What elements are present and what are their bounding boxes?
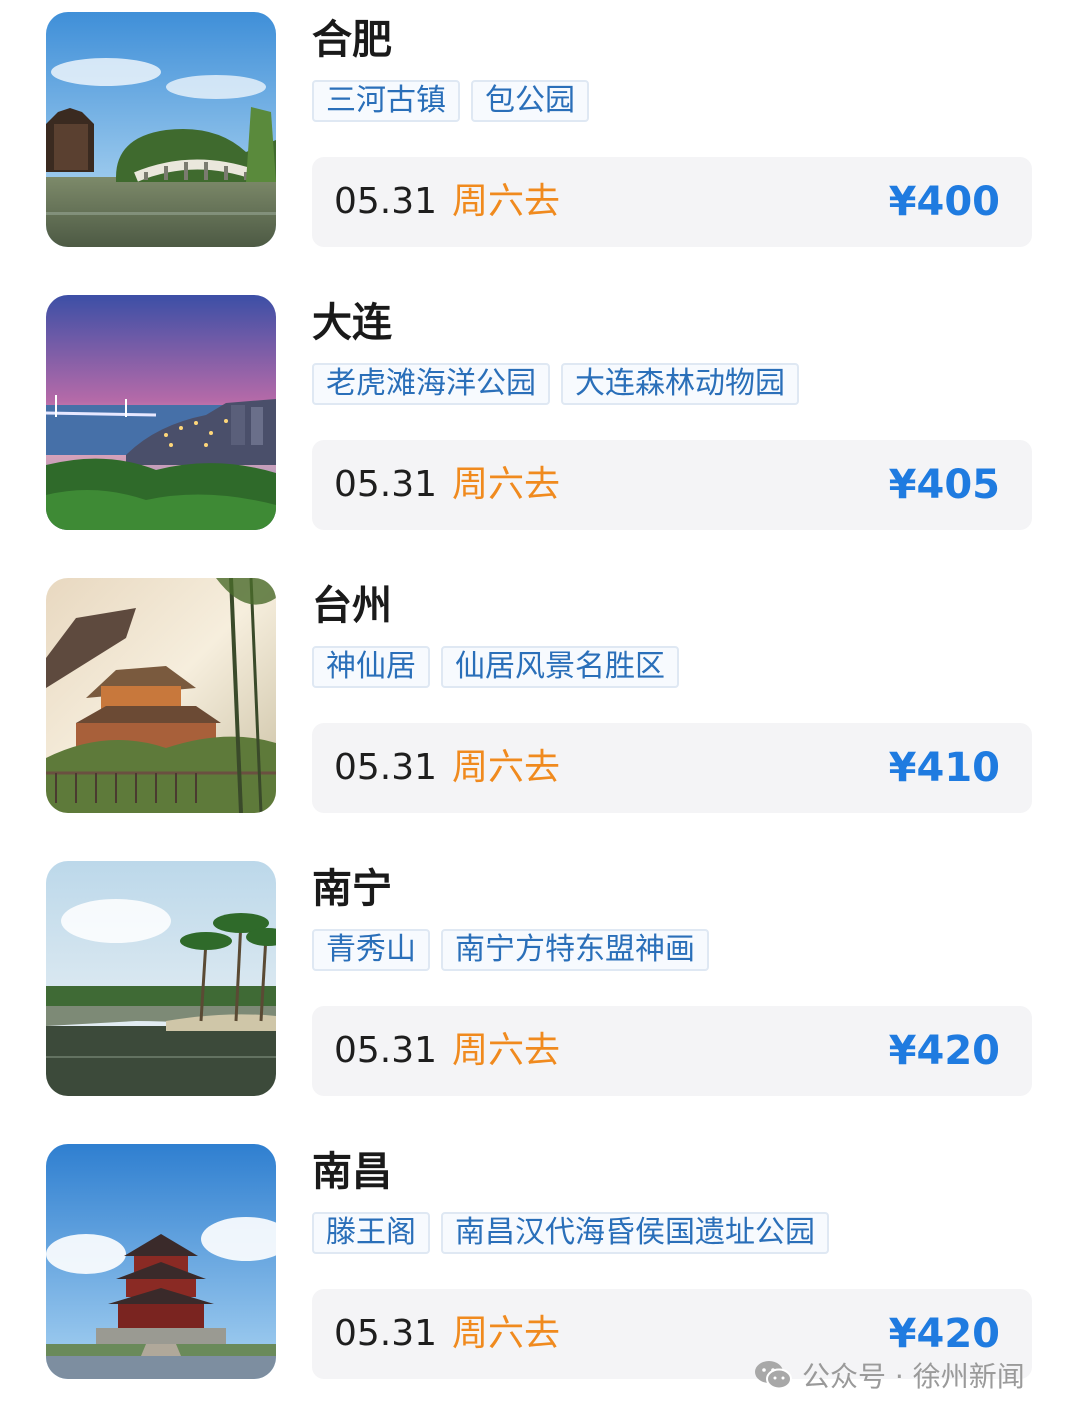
city-name: 南宁 (312, 866, 392, 912)
city-name: 合肥 (312, 17, 392, 63)
departure-day: 周六去 (452, 1030, 561, 1071)
attraction-tag[interactable]: 三河古镇 (312, 80, 460, 122)
price: ¥400 (888, 179, 1000, 225)
price: ¥420 (888, 1028, 1000, 1074)
departure-date: 05.31 (334, 1030, 438, 1071)
attraction-tag[interactable]: 青秀山 (312, 929, 430, 971)
departure-date: 05.31 (334, 747, 438, 788)
city-name: 南昌 (312, 1149, 392, 1195)
departure-bar[interactable]: 05.31 周六去 ¥420 (312, 1006, 1032, 1096)
watermark-text: 公众号 · 徐州新闻 (802, 1360, 1025, 1393)
price: ¥405 (888, 462, 1000, 508)
destination-photo-hefei[interactable] (46, 12, 276, 247)
destination-photo-nanchang[interactable] (46, 1144, 276, 1379)
attraction-tag[interactable]: 仙居风景名胜区 (441, 646, 679, 688)
attraction-tag[interactable]: 南宁方特东盟神画 (441, 929, 709, 971)
destination-card[interactable]: 大连 老虎滩海洋公园 大连森林动物园 05.31 周六去 ¥405 (0, 283, 1080, 566)
departure-day: 周六去 (452, 1313, 561, 1354)
attraction-tag[interactable]: 老虎滩海洋公园 (312, 363, 550, 405)
destination-card[interactable]: 台州 神仙居 仙居风景名胜区 05.31 周六去 ¥410 (0, 566, 1080, 849)
attraction-tag[interactable]: 滕王阁 (312, 1212, 430, 1254)
attraction-tags: 三河古镇 包公园 (312, 80, 589, 122)
price: ¥410 (888, 745, 1000, 791)
departure-day: 周六去 (452, 181, 561, 222)
destination-photo-nanning[interactable] (46, 861, 276, 1096)
attraction-tags: 老虎滩海洋公园 大连森林动物园 (312, 363, 799, 405)
departure-bar[interactable]: 05.31 周六去 ¥405 (312, 440, 1032, 530)
attraction-tag[interactable]: 包公园 (471, 80, 589, 122)
destination-card[interactable]: 合肥 三河古镇 包公园 05.31 周六去 ¥400 (0, 0, 1080, 283)
departure-date: 05.31 (334, 1313, 438, 1354)
departure-day: 周六去 (452, 747, 561, 788)
attraction-tags: 青秀山 南宁方特东盟神画 (312, 929, 709, 971)
wechat-icon (755, 1361, 792, 1390)
destination-photo-dalian[interactable] (46, 295, 276, 530)
departure-bar[interactable]: 05.31 周六去 ¥400 (312, 157, 1032, 247)
departure-day: 周六去 (452, 464, 561, 505)
attraction-tag[interactable]: 南昌汉代海昏侯国遗址公园 (441, 1212, 829, 1254)
departure-date: 05.31 (334, 464, 438, 505)
destination-card[interactable]: 南宁 青秀山 南宁方特东盟神画 05.31 周六去 ¥420 (0, 849, 1080, 1132)
attraction-tag[interactable]: 神仙居 (312, 646, 430, 688)
destination-photo-taizhou[interactable] (46, 578, 276, 813)
watermark: 公众号 · 徐州新闻 (752, 1352, 1025, 1398)
attraction-tags: 滕王阁 南昌汉代海昏侯国遗址公园 (312, 1212, 829, 1254)
city-name: 大连 (312, 300, 392, 346)
departure-bar[interactable]: 05.31 周六去 ¥410 (312, 723, 1032, 813)
attraction-tags: 神仙居 仙居风景名胜区 (312, 646, 679, 688)
city-name: 台州 (312, 583, 392, 629)
departure-date: 05.31 (334, 181, 438, 222)
attraction-tag[interactable]: 大连森林动物园 (561, 363, 799, 405)
